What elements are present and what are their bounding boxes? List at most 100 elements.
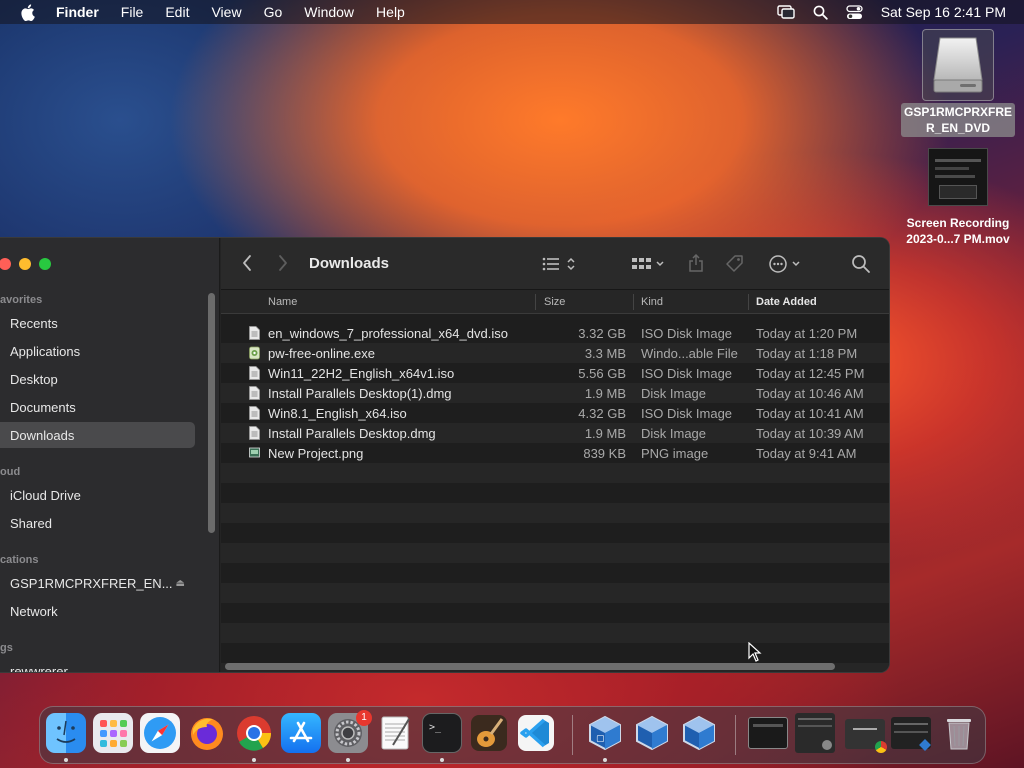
sidebar-item-desktop[interactable]: Desktop [0, 366, 195, 392]
eject-icon[interactable]: ⏏ [176, 578, 185, 589]
file-name: pw-free-online.exe [268, 346, 375, 361]
dock-chrome-icon[interactable] [234, 713, 274, 753]
apple-menu-icon[interactable] [18, 3, 36, 21]
sidebar-item-recents[interactable]: Recents [0, 310, 195, 336]
empty-row [221, 483, 889, 503]
menu-go[interactable]: Go [264, 4, 283, 20]
sidebar-scrollbar[interactable] [208, 293, 215, 533]
sidebar-item-tag[interactable]: rewwrerer [0, 658, 195, 673]
file-kind: ISO Disk Image [641, 326, 733, 341]
back-chevron-icon[interactable] [241, 254, 253, 277]
file-row[interactable]: Install Parallels Desktop.dmg 1.9 MB Dis… [221, 423, 889, 443]
file-row[interactable]: New Project.png 839 KB PNG image Today a… [221, 443, 889, 463]
empty-row [221, 603, 889, 623]
empty-row [221, 503, 889, 523]
finder-sidebar: avorites Recents Applications Desktop Do… [0, 238, 220, 673]
empty-row [221, 623, 889, 643]
dock-vscode-icon[interactable] [516, 713, 556, 753]
document-icon [249, 426, 260, 440]
dvd-drive-label: GSP1RMCPRXFRE R_EN_DVD [900, 103, 1016, 137]
dock: 1 >_ ▢ [39, 706, 986, 764]
dock-textedit-icon[interactable] [375, 713, 415, 753]
menu-view[interactable]: View [211, 4, 241, 20]
dock-virtualbox-icon[interactable]: ▢ [585, 713, 625, 753]
empty-row [221, 463, 889, 483]
close-window-button[interactable] [0, 258, 11, 270]
dvd-label-line2: R_EN_DVD [925, 121, 991, 135]
dvd-label-line1: GSP1RMCPRXFRE [903, 105, 1013, 119]
menu-file[interactable]: File [121, 4, 144, 20]
zoom-window-button[interactable] [39, 258, 51, 270]
recording-label: Screen Recording 2023-0...7 PM.mov [903, 214, 1012, 248]
desktop-screen-recording[interactable]: Screen Recording 2023-0...7 PM.mov [897, 148, 1019, 248]
dock-trash-icon[interactable] [939, 713, 979, 753]
control-center-icon[interactable] [846, 4, 863, 20]
forward-chevron-icon[interactable] [277, 254, 289, 277]
dock-minimized-window-thumbnail[interactable] [795, 713, 835, 753]
sidebar-section-tags: gs [0, 642, 13, 654]
tag-icon[interactable] [725, 254, 745, 279]
column-name[interactable]: Name [268, 296, 297, 308]
file-date: Today at 12:45 PM [756, 366, 865, 381]
horizontal-scrollbar[interactable] [225, 663, 835, 670]
search-icon[interactable] [851, 254, 871, 279]
list-view-icon[interactable] [541, 255, 579, 278]
dock-virtualbox-vm-icon[interactable] [679, 713, 719, 753]
file-row[interactable]: Win8.1_English_x64.iso 4.32 GB ISO Disk … [221, 403, 889, 423]
column-kind[interactable]: Kind [641, 296, 663, 308]
column-size[interactable]: Size [544, 296, 565, 308]
file-name: New Project.png [268, 446, 364, 461]
dock-firefox-icon[interactable] [187, 713, 227, 753]
dock-app-store-icon[interactable] [281, 713, 321, 753]
menu-edit[interactable]: Edit [165, 4, 189, 20]
sidebar-item-label: Applications [10, 343, 81, 359]
dock-terminal-icon[interactable]: >_ [422, 713, 462, 753]
file-row[interactable]: pw-free-online.exe 3.3 MB Windo...able F… [221, 343, 889, 363]
sidebar-item-documents[interactable]: Documents [0, 394, 195, 420]
document-icon [249, 386, 260, 400]
sidebar-item-network[interactable]: Network [0, 598, 195, 624]
file-row[interactable]: Win11_22H2_English_x64v1.iso 5.56 GB ISO… [221, 363, 889, 383]
minimize-window-button[interactable] [19, 258, 31, 270]
file-row[interactable]: Install Parallels Desktop(1).dmg 1.9 MB … [221, 383, 889, 403]
group-view-icon[interactable] [631, 255, 667, 278]
finder-content: Downloads Name Size Kind Date Added en_w… [221, 238, 889, 672]
dock-minimized-window-thumbnail[interactable] [748, 717, 788, 749]
dock-garageband-icon[interactable] [469, 713, 509, 753]
file-size: 5.56 GB [578, 366, 626, 381]
document-icon [249, 366, 260, 380]
finder-toolbar: Downloads [221, 238, 889, 290]
sidebar-item-icloud-drive[interactable]: iCloud Drive [0, 482, 195, 508]
menu-bar: Finder File Edit View Go Window Help Sat… [0, 0, 1024, 24]
more-actions-icon[interactable] [768, 254, 802, 279]
notification-badge: 1 [356, 710, 372, 726]
file-date: Today at 10:46 AM [756, 386, 864, 401]
dock-virtualbox-vm-icon[interactable] [632, 713, 672, 753]
file-date: Today at 10:39 AM [756, 426, 864, 441]
column-date-added[interactable]: Date Added [756, 296, 817, 308]
window-title: Downloads [309, 255, 390, 272]
desktop-dvd-drive[interactable]: GSP1RMCPRXFRE R_EN_DVD [899, 29, 1017, 137]
spotlight-search-icon[interactable] [813, 5, 828, 20]
dock-finder-icon[interactable] [46, 713, 86, 753]
menubar-clock[interactable]: Sat Sep 16 2:41 PM [881, 4, 1006, 20]
file-kind: ISO Disk Image [641, 406, 733, 421]
dock-minimized-window-thumbnail[interactable] [845, 719, 887, 753]
screen-mirroring-icon[interactable] [776, 5, 795, 19]
file-name: Install Parallels Desktop(1).dmg [268, 386, 452, 401]
sidebar-item-shared[interactable]: Shared [0, 510, 195, 536]
dock-minimized-window-thumbnail[interactable] [891, 717, 931, 751]
file-row[interactable]: en_windows_7_professional_x64_dvd.iso 3.… [221, 323, 889, 343]
recording-label-line2: 2023-0...7 PM.mov [906, 232, 1010, 246]
sidebar-item-downloads[interactable]: Downloads [0, 422, 195, 448]
video-thumbnail-icon [928, 148, 988, 206]
finder-window: avorites Recents Applications Desktop Do… [0, 237, 890, 673]
menu-help[interactable]: Help [376, 4, 405, 20]
sidebar-item-dvd-volume[interactable]: GSP1RMCPRXFRER_EN... ⏏ [0, 570, 195, 596]
sidebar-item-applications[interactable]: Applications [0, 338, 195, 364]
dock-launchpad-icon[interactable] [93, 713, 133, 753]
dock-safari-icon[interactable] [140, 713, 180, 753]
menu-window[interactable]: Window [304, 4, 354, 20]
share-icon[interactable] [687, 253, 705, 278]
app-menu-finder[interactable]: Finder [56, 4, 99, 20]
